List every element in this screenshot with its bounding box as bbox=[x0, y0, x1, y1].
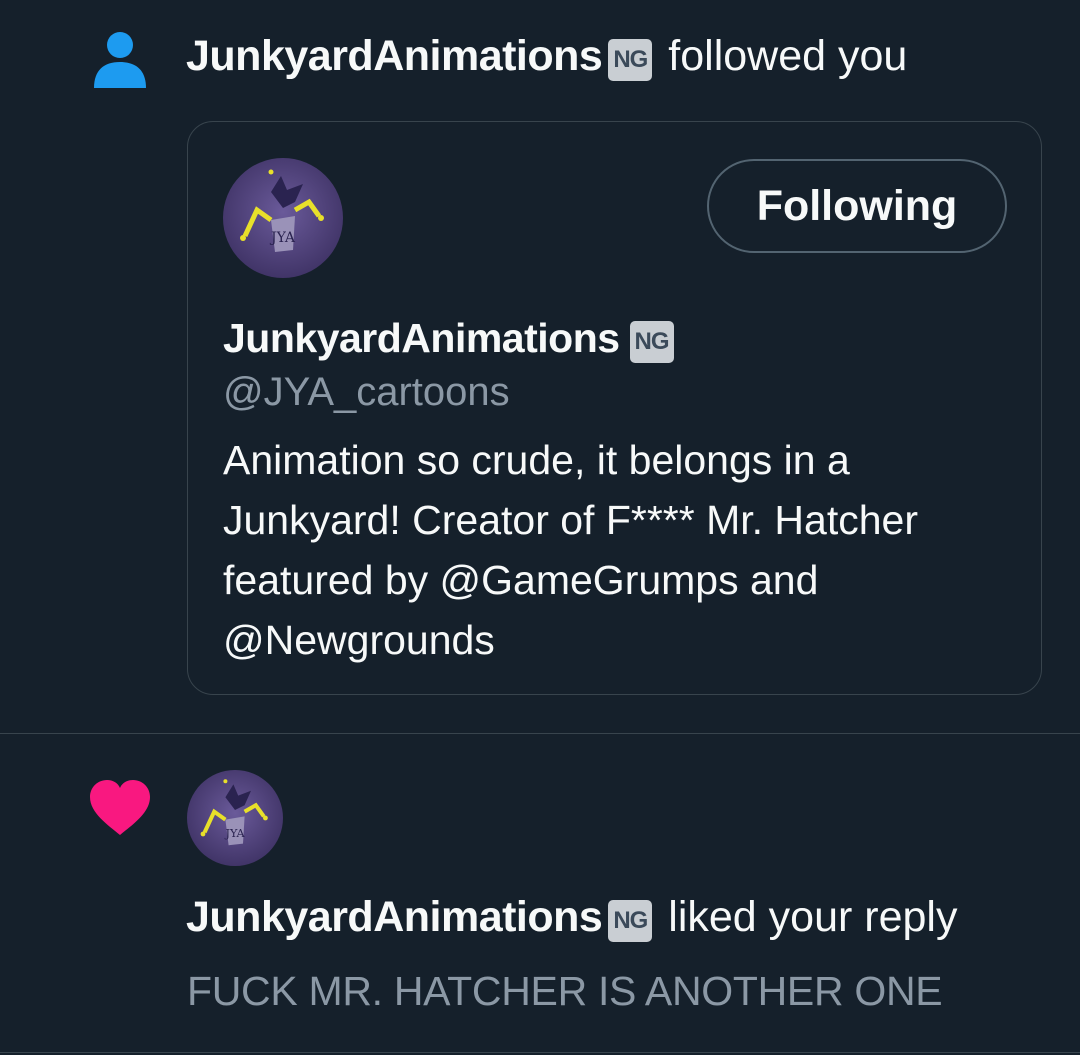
avatar[interactable]: JYA bbox=[223, 158, 343, 278]
like-action-text: liked your reply bbox=[668, 893, 958, 941]
avatar-lettering: JYA bbox=[224, 827, 245, 840]
avatar-lettering: JYA bbox=[269, 230, 296, 246]
follow-notification[interactable]: JunkyardAnimations NG followed you JYA F… bbox=[0, 0, 1080, 733]
notifications-list: JunkyardAnimations NG followed you JYA F… bbox=[0, 0, 1080, 1055]
bio-line: featured by @GameGrumps and bbox=[223, 557, 819, 603]
following-button[interactable]: Following bbox=[707, 159, 1007, 253]
bio-line: Junkyard! Creator of F**** Mr. Hatcher bbox=[223, 497, 918, 543]
user-card[interactable]: JYA Following JunkyardAnimations NG @JYA_… bbox=[187, 121, 1042, 695]
divider bbox=[0, 733, 1080, 734]
liked-reply-text[interactable]: FUCK MR. HATCHER IS ANOTHER ONE bbox=[187, 963, 943, 1019]
ng-badge-icon: NG bbox=[629, 321, 674, 363]
card-bio: Animation so crude, it belongs in a Junk… bbox=[223, 430, 1023, 670]
follower-name[interactable]: JunkyardAnimations bbox=[186, 32, 603, 80]
card-handle[interactable]: @JYA_cartoons bbox=[223, 366, 510, 418]
ng-badge-icon: NG bbox=[608, 900, 653, 942]
person-icon bbox=[94, 32, 146, 88]
bio-line: Animation so crude, it belongs in a bbox=[223, 437, 850, 483]
follow-action-text: followed you bbox=[668, 32, 908, 80]
divider bbox=[0, 1052, 1080, 1053]
ng-badge-icon: NG bbox=[608, 39, 653, 81]
like-notification-text: JunkyardAnimations NG liked your reply bbox=[186, 889, 957, 945]
bio-line: @Newgrounds bbox=[223, 617, 495, 663]
heart-icon bbox=[90, 780, 150, 835]
avatar[interactable]: JYA bbox=[187, 770, 283, 866]
follow-notification-text: JunkyardAnimations NG followed you bbox=[186, 28, 907, 84]
liker-name[interactable]: JunkyardAnimations bbox=[186, 893, 603, 941]
card-name-text[interactable]: JunkyardAnimations bbox=[223, 315, 620, 361]
card-display-name[interactable]: JunkyardAnimations NG bbox=[223, 310, 678, 366]
